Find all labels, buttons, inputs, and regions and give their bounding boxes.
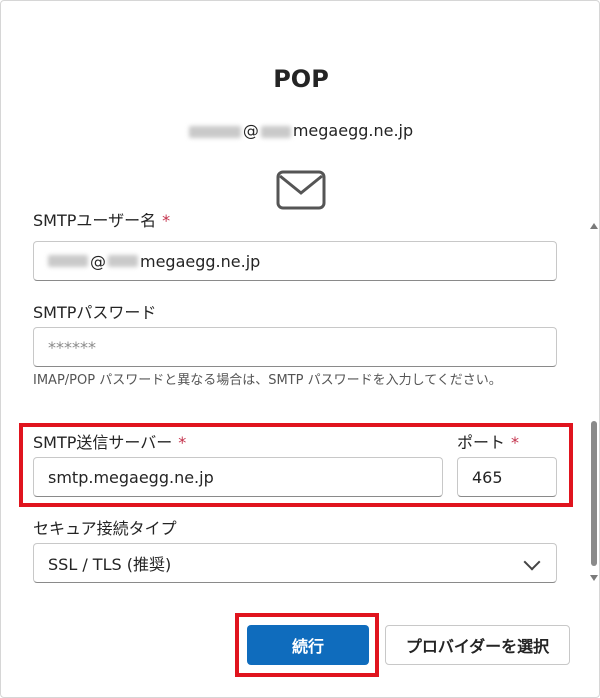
mail-icon	[276, 170, 326, 210]
security-type-select[interactable]: SSL / TLS (推奨)	[33, 543, 557, 583]
scroll-down-arrow[interactable]	[590, 575, 598, 581]
continue-button[interactable]: 続行	[247, 625, 369, 665]
scrollbar-thumb[interactable]	[591, 421, 597, 566]
redacted-username	[48, 255, 88, 267]
smtp-password-input[interactable]: ******	[33, 327, 557, 367]
port-label: ポート *	[457, 433, 520, 452]
redacted-subdomain	[260, 125, 291, 138]
password-hint: IMAP/POP パスワードと異なる場合は、SMTP パスワードを入力してくださ…	[33, 373, 502, 388]
scroll-up-arrow[interactable]	[590, 223, 598, 229]
dialog-title: POP	[273, 65, 329, 93]
redacted-subdomain	[108, 255, 138, 267]
smtp-server-input[interactable]: smtp.megaegg.ne.jp	[33, 457, 443, 497]
chevron-down-icon	[523, 553, 541, 571]
account-email: @ megaegg.ne.jp	[1, 121, 599, 140]
security-type-label: セキュア接続タイプ	[33, 519, 177, 538]
account-dialog: POP @ megaegg.ne.jp SMTPユーザー名 * @ megaegg.n…	[0, 0, 600, 698]
redacted-username	[188, 125, 241, 138]
smtp-password-label: SMTPパスワード	[33, 303, 157, 322]
smtp-user-label: SMTPユーザー名 *	[33, 213, 171, 230]
smtp-server-label: SMTP送信サーバー *	[33, 433, 187, 452]
smtp-user-input[interactable]: @ megaegg.ne.jp	[33, 241, 557, 281]
select-provider-button[interactable]: プロバイダーを選択	[385, 625, 570, 665]
port-input[interactable]: 465	[457, 457, 557, 497]
